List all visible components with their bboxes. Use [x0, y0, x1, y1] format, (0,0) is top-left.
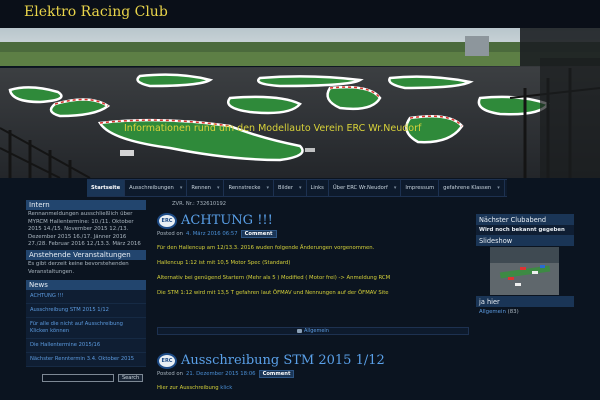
news-link[interactable]: ACHTUNG !!!	[26, 290, 146, 305]
slideshow-image[interactable]	[490, 247, 559, 295]
site-title[interactable]: Elektro Racing Club	[24, 4, 168, 20]
widget-heading-slideshow: Slideshow	[476, 235, 574, 246]
chevron-down-icon: ▾	[179, 185, 183, 191]
nav-item[interactable]: Startseite	[87, 180, 126, 196]
next-club-evening-text: Wird noch bekannt gegeben	[476, 225, 574, 235]
header-bar: Elektro Racing Club	[0, 0, 600, 28]
left-sidebar: Intern Rennanmeldungen ausschließlich üb…	[26, 200, 146, 383]
post-body: Hier zur Ausschreibung klick	[157, 385, 469, 392]
nav-item-label: gefahrene Klassen	[443, 185, 492, 191]
intern-text: Rennanmeldungen ausschließlich über MYRC…	[28, 211, 141, 248]
nav-item[interactable]: Über ERC Wr.Neudorf ▾	[329, 180, 402, 196]
folder-icon	[297, 329, 303, 333]
comment-button[interactable]: Comment	[240, 230, 277, 238]
chevron-down-icon: ▾	[216, 185, 220, 191]
nav-item-label: Links	[310, 185, 324, 191]
category-row: Allgemein (83)	[476, 307, 574, 317]
comment-button[interactable]: Comment	[258, 370, 295, 378]
search-input[interactable]	[42, 374, 114, 383]
main-content: ERC ACHTUNG !!! Posted on 4. März 2016 0…	[157, 213, 469, 392]
zvr-number: ZVR. Nr.: 732610192	[172, 201, 227, 207]
post-title[interactable]: Ausschreibung STM 2015 1/12	[181, 353, 385, 369]
slideshow-photo	[490, 247, 559, 295]
nav-item-label: Bilder	[277, 185, 294, 191]
post-text: Hier zur Ausschreibung	[157, 385, 219, 391]
site-tagline: Informationen rund um den Modellauto Ver…	[124, 123, 422, 134]
search-form: Search	[26, 374, 146, 383]
post-category-bar: Allgemein	[157, 327, 469, 335]
post-inline-link[interactable]: klick	[220, 385, 232, 391]
erc-logo-badge: ERC	[157, 353, 177, 369]
nav-item-label: Ausschreibungen	[129, 185, 174, 191]
nav-item-label: Über ERC Wr.Neudorf	[332, 185, 388, 191]
chevron-down-icon: ▾	[393, 185, 397, 191]
post-paragraph: Hallencup 1:12 ist mit 10,5 Motor Spec (…	[157, 260, 291, 266]
post-achtung: ERC ACHTUNG !!! Posted on 4. März 2016 0…	[157, 213, 469, 335]
header-banner-image: Informationen rund um den Modellauto Ver…	[0, 28, 600, 178]
post-date[interactable]: 21. Dezember 2015 18:06	[186, 371, 256, 377]
nav-item[interactable]: Ausschreibungen ▾	[125, 180, 188, 196]
posted-on-label: Posted on	[157, 231, 183, 237]
post-date[interactable]: 4. März 2016 06:57	[186, 231, 238, 237]
news-link[interactable]: Für alle die nicht auf Ausschreibung Kli…	[26, 318, 146, 340]
post-paragraph: Für den Hallencup am 12/13.3. 2016 wuden…	[157, 245, 375, 251]
post-paragraph: Alternativ bei genügend Startern (Mehr a…	[157, 275, 391, 281]
post-header: ERC ACHTUNG !!!	[157, 213, 469, 229]
nav-item[interactable]: Impressum	[401, 180, 440, 196]
right-sidebar: Nächster Clubabend Wird noch bekannt geg…	[476, 214, 574, 317]
nav-item[interactable]: Bilder ▾	[274, 180, 307, 196]
post-paragraph: Die STM 1:12 wird mit 13,5 T gefahren la…	[157, 290, 389, 296]
main-navigation: Startseite Ausschreibungen ▾ Rennen ▾ Rennstr…	[87, 179, 507, 197]
widget-heading-ja-hier: ja hier	[476, 296, 574, 307]
nav-item[interactable]: Rennstrecke ▾	[224, 180, 274, 196]
events-text: Es gibt derzeit keine bevorstehenden Ver…	[28, 260, 129, 275]
post-body: Für den Hallencup am 12/13.3. 2016 wuden…	[157, 245, 469, 297]
category-link[interactable]: Allgemein	[304, 328, 329, 334]
widget-heading-events: Anstehende Veranstaltungen	[26, 249, 146, 260]
nav-item[interactable]: Rennen ▾	[187, 180, 225, 196]
race-track-photo	[0, 28, 600, 178]
nav-item[interactable]: Links	[307, 180, 329, 196]
news-list: ACHTUNG !!! Ausschreibung STM 2015 1/12 …	[26, 290, 146, 368]
widget-heading-intern: Intern	[26, 200, 146, 210]
nav-item-label: Rennen	[191, 185, 211, 191]
news-link[interactable]: Nächster Renntermin 3.4. Oktober 2015	[26, 353, 146, 368]
chevron-down-icon: ▾	[497, 185, 500, 191]
erc-logo-badge: ERC	[157, 213, 177, 229]
post-header: ERC Ausschreibung STM 2015 1/12	[157, 353, 469, 369]
chevron-down-icon: ▾	[266, 185, 269, 191]
widget-heading-news: News	[26, 280, 146, 291]
post-meta: Posted on 21. Dezember 2015 18:06 Commen…	[157, 370, 469, 378]
category-count: (83)	[507, 309, 519, 315]
category-link[interactable]: Allgemein	[479, 309, 506, 315]
search-button[interactable]: Search	[118, 374, 144, 383]
nav-item-label: Startseite	[91, 185, 121, 191]
nav-item[interactable]: gefahrene Klassen ▾	[439, 180, 505, 196]
nav-item-label: Rennstrecke	[228, 185, 261, 191]
news-link[interactable]: Die Hallentermine 2015/16	[26, 339, 146, 354]
post-ausschreibung: ERC Ausschreibung STM 2015 1/12 Posted o…	[157, 353, 469, 392]
chevron-down-icon: ▾	[299, 185, 302, 191]
post-paragraph: Hier zur Ausschreibung klick	[157, 385, 469, 392]
post-title[interactable]: ACHTUNG !!!	[181, 213, 273, 229]
nav-item-label: Impressum	[405, 185, 435, 191]
post-meta: Posted on 4. März 2016 06:57 Comment	[157, 230, 469, 238]
news-link[interactable]: Ausschreibung STM 2015 1/12	[26, 304, 146, 319]
posted-on-label: Posted on	[157, 371, 183, 377]
widget-heading-next-club-evening: Nächster Clubabend	[476, 214, 574, 225]
